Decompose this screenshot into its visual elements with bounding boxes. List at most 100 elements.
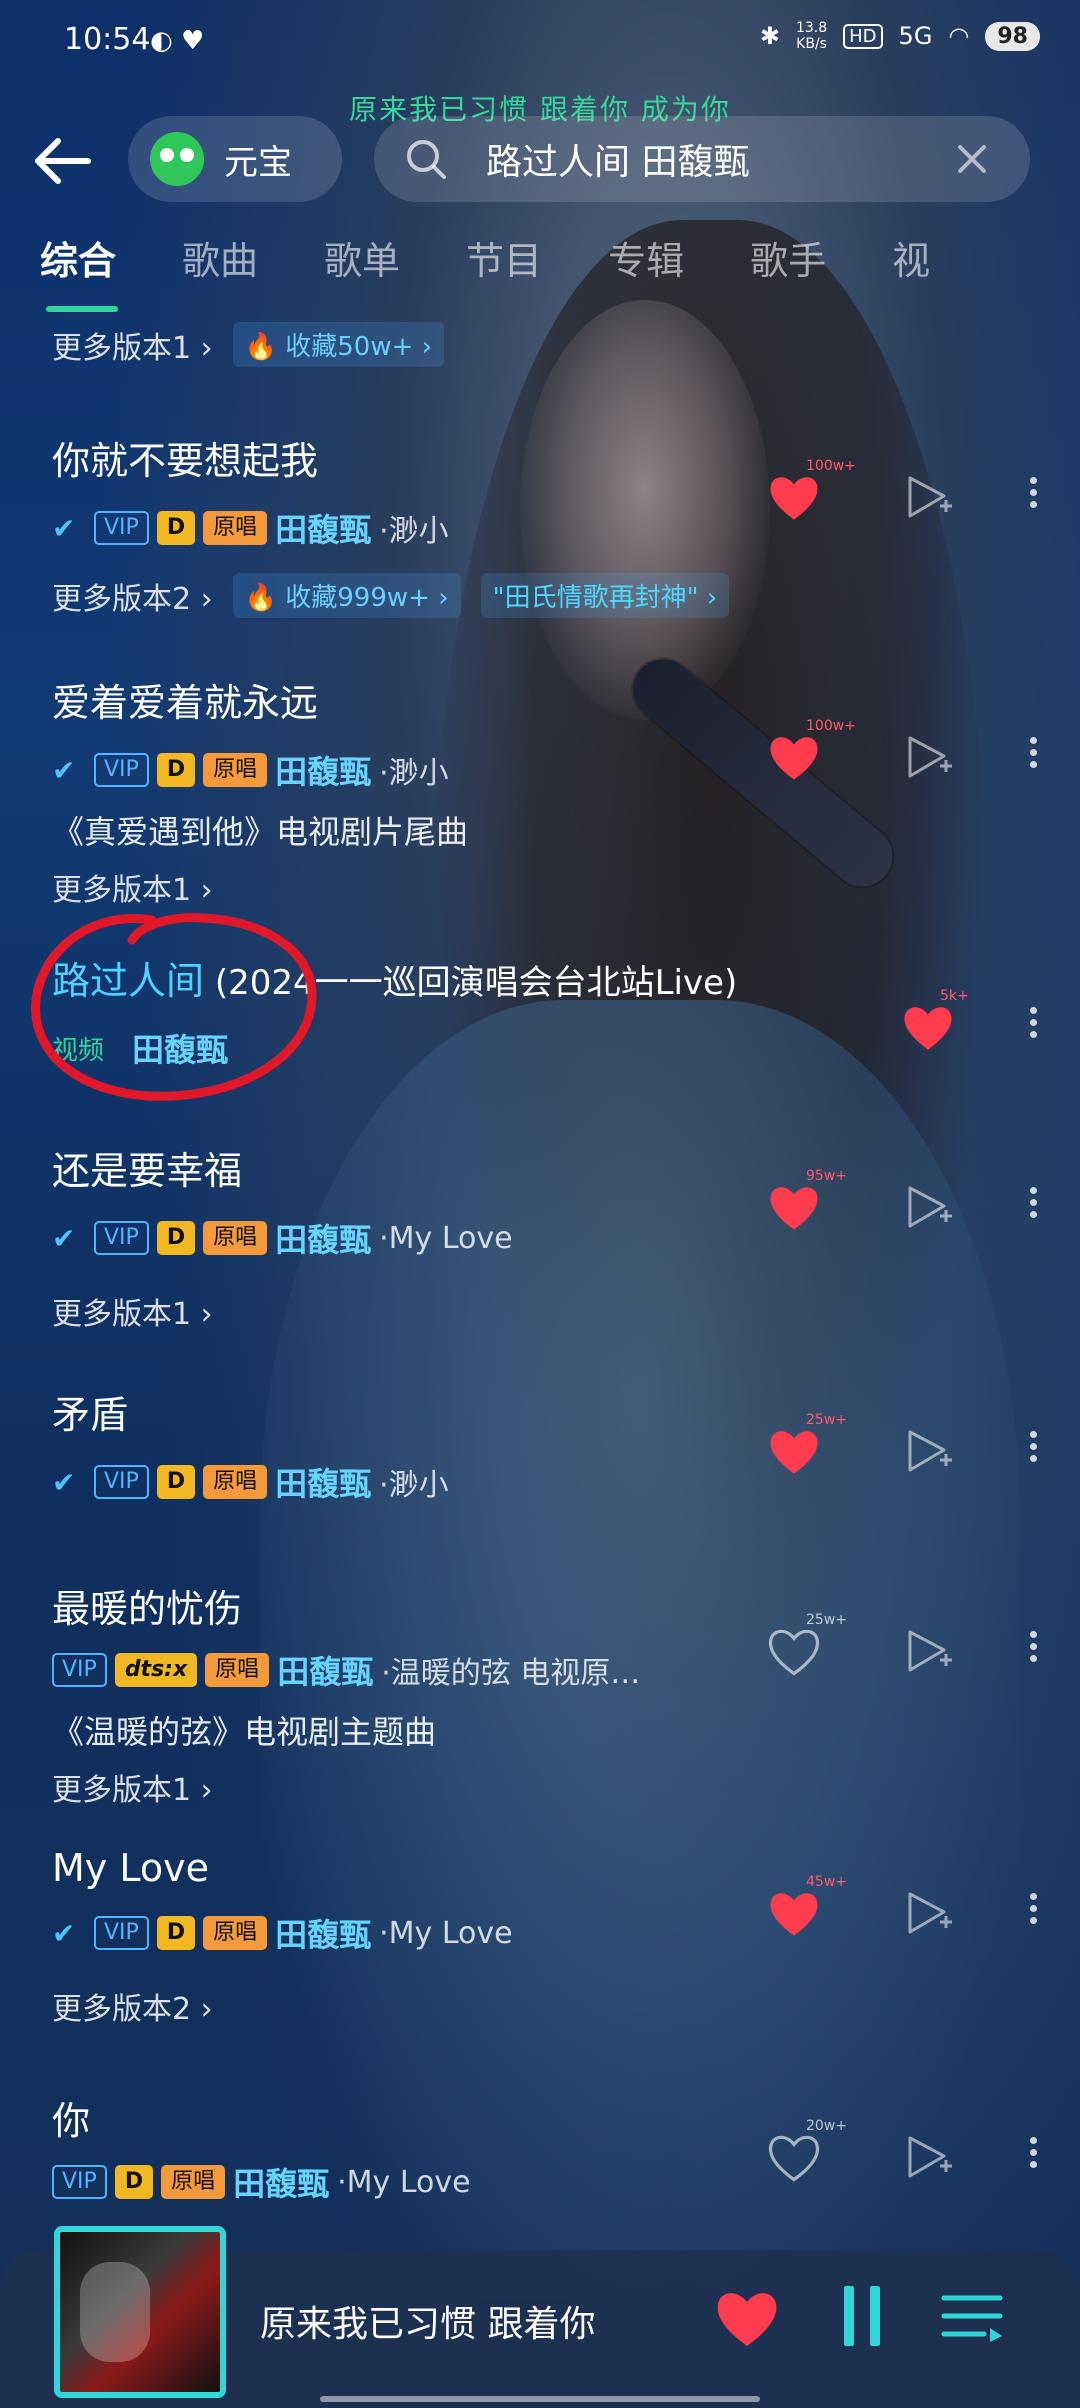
more-versions-row[interactable]: 更多版本2 › 🔥 收藏999w+ › "田氏情歌再封神" › (52, 573, 772, 618)
like-heart-icon[interactable]: 20w+ (766, 2118, 847, 2186)
wifi-icon: ◠ (948, 22, 970, 50)
artist-name[interactable]: 田馥甄 (233, 2159, 329, 2205)
add-to-playlist-icon[interactable] (904, 1182, 954, 1232)
album-cover[interactable] (54, 2226, 226, 2398)
album-name: ·My Love (337, 2164, 471, 2200)
like-heart-icon[interactable]: 100w+ (766, 718, 856, 786)
like-count: 100w+ (806, 458, 856, 474)
now-playing-title[interactable]: 原来我已习惯 跟着你 (260, 2295, 595, 2347)
original-badge: 原唱 (203, 1916, 268, 1950)
tab-videos[interactable]: 视 (892, 230, 930, 300)
like-heart-icon[interactable]: 100w+ (766, 458, 856, 526)
tab-artists[interactable]: 歌手 (750, 230, 826, 300)
like-heart-icon[interactable]: 45w+ (766, 1874, 847, 1942)
song-title: 你 (52, 2099, 91, 2143)
red-circle-annotation (31, 913, 317, 1101)
like-heart-icon[interactable]: 95w+ (766, 1168, 847, 1236)
like-count: 20w+ (806, 2118, 847, 2134)
search-input[interactable]: 路过人间 田馥甄 (486, 133, 954, 185)
playlist-icon[interactable] (940, 2292, 1004, 2342)
artist-name[interactable]: 田馥甄 (277, 1647, 373, 1693)
check-icon: ✔ (52, 753, 76, 787)
more-options-icon[interactable] (1026, 472, 1040, 522)
favorite-heart-icon[interactable] (712, 2284, 782, 2354)
artist-name[interactable]: 田馥甄 (275, 1910, 371, 1956)
like-heart-icon[interactable]: 5k+ (900, 988, 969, 1056)
more-options-icon[interactable] (1026, 732, 1040, 782)
song-row[interactable]: 矛盾 ✔ VIP D 原唱 田馥甄 ·渺小 (52, 1384, 772, 1505)
tab-songs[interactable]: 歌曲 (182, 230, 258, 300)
like-heart-icon[interactable]: 25w+ (766, 1612, 847, 1680)
dolby-badge: D (156, 1221, 196, 1255)
more-options-icon[interactable] (1026, 2132, 1040, 2182)
dolby-badge: D (114, 2165, 154, 2199)
add-to-playlist-icon[interactable] (904, 1888, 954, 1938)
vip-badge: VIP (52, 1653, 107, 1687)
original-badge: 原唱 (203, 1465, 268, 1499)
like-count: 95w+ (806, 1168, 847, 1184)
battery-indicator: 98 (985, 21, 1040, 51)
back-arrow-icon[interactable] (28, 126, 98, 196)
artist-name[interactable]: 田馥甄 (275, 505, 371, 551)
artist-name[interactable]: 田馥甄 (275, 1215, 371, 1261)
song-title: 你就不要想起我 (52, 439, 319, 483)
album-name: ·渺小 (379, 756, 449, 791)
collect-chip[interactable]: 🔥 收藏50w+ › (232, 322, 445, 367)
more-versions-link[interactable]: 更多版本2 › (52, 1984, 772, 2028)
tab-all[interactable]: 综合 (40, 230, 119, 312)
song-row[interactable]: 你就不要想起我 ✔ VIP D 原唱 田馥甄 ·渺小 更多版本2 › 🔥 收藏9… (52, 430, 772, 618)
signal-5g-icon: 5G (898, 22, 933, 50)
original-badge: 原唱 (205, 1653, 270, 1687)
add-to-playlist-icon[interactable] (904, 472, 954, 522)
song-title: 爱着爱着就永远 (52, 681, 319, 725)
song-row[interactable]: My Love ✔ VIP D 原唱 田馥甄 ·My Love 更多版本2 › (52, 1846, 772, 2028)
original-badge: 原唱 (203, 511, 268, 545)
dolby-badge: D (156, 511, 196, 545)
original-badge: 原唱 (161, 2165, 226, 2199)
more-options-icon[interactable] (1026, 1002, 1040, 1052)
vip-badge: VIP (94, 753, 149, 787)
yuanbao-icon (150, 132, 204, 186)
artist-name[interactable]: 田馥甄 (275, 747, 371, 793)
more-options-icon[interactable] (1026, 1888, 1040, 1938)
tab-albums[interactable]: 专辑 (608, 230, 684, 300)
song-meta: ✔ VIP D 原唱 田馥甄 ·渺小 (52, 747, 772, 793)
add-to-playlist-icon[interactable] (904, 732, 954, 782)
add-to-playlist-icon[interactable] (904, 1626, 954, 1676)
vip-badge: VIP (94, 1916, 149, 1950)
more-options-icon[interactable] (1026, 1426, 1040, 1476)
yuanbao-assistant-button[interactable]: 元宝 (128, 116, 342, 202)
more-versions-link[interactable]: 更多版本1 › (52, 1289, 772, 1333)
dtsx-badge: dts:x (114, 1653, 198, 1687)
pause-icon[interactable] (840, 2286, 884, 2346)
tab-programs[interactable]: 节目 (466, 230, 542, 300)
clear-icon[interactable] (954, 141, 990, 177)
search-bar[interactable]: 路过人间 田馥甄 (374, 116, 1030, 202)
home-indicator[interactable] (320, 2396, 760, 2402)
like-count: 25w+ (806, 1412, 847, 1428)
more-options-icon[interactable] (1026, 1182, 1040, 1232)
album-name: ·渺小 (379, 514, 449, 549)
more-versions-link[interactable]: 更多版本1 › (52, 1765, 772, 1809)
artist-name[interactable]: 田馥甄 (275, 1459, 371, 1505)
tab-playlists[interactable]: 歌单 (324, 230, 400, 300)
song-row[interactable]: 爱着爱着就永远 ✔ VIP D 原唱 田馥甄 ·渺小 《真爱遇到他》电视剧片尾曲… (52, 672, 772, 909)
top-more-versions[interactable]: 更多版本1 › 🔥 收藏50w+ › (52, 322, 445, 367)
check-icon: ✔ (52, 1221, 76, 1255)
song-row[interactable]: 还是要幸福 ✔ VIP D 原唱 田馥甄 ·My Love 更多版本1 › (52, 1140, 772, 1333)
check-icon: ✔ (52, 511, 76, 545)
more-options-icon[interactable] (1026, 1626, 1040, 1676)
collect-chip[interactable]: 🔥 收藏999w+ › (232, 573, 461, 618)
like-heart-icon[interactable]: 25w+ (766, 1412, 847, 1480)
add-to-playlist-icon[interactable] (904, 2132, 954, 2182)
add-to-playlist-icon[interactable] (904, 1426, 954, 1476)
song-meta: ✔ VIP D 原唱 田馥甄 ·My Love (52, 1215, 772, 1261)
like-count: 5k+ (940, 988, 969, 1004)
song-row[interactable]: 你 VIP D 原唱 田馥甄 ·My Love (52, 2090, 772, 2205)
comment-chip[interactable]: "田氏情歌再封神" › (480, 573, 730, 618)
vip-badge: VIP (52, 2165, 107, 2199)
song-meta: ✔ VIP D 原唱 田馥甄 ·渺小 (52, 505, 772, 551)
song-row[interactable]: 最暖的忧伤 VIP dts:x 原唱 田馥甄 ·温暖的弦 电视原… 《温暖的弦》… (52, 1578, 772, 1809)
status-app-icons: ◐ ♥ (150, 26, 205, 56)
original-badge: 原唱 (203, 753, 268, 787)
